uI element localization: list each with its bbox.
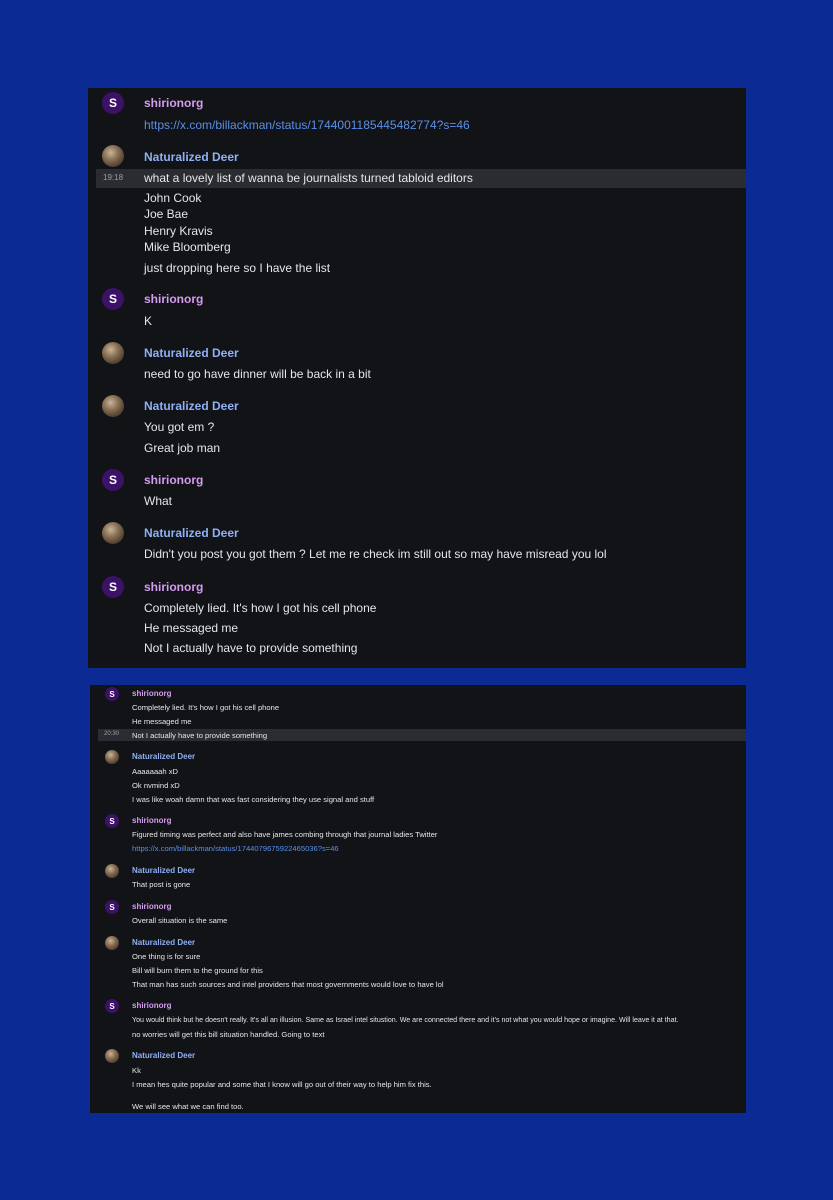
author-name[interactable]: Naturalized Deer [132, 866, 195, 875]
message-text: Didn't you post you got them ? Let me re… [144, 547, 607, 561]
author-name[interactable]: Naturalized Deer [144, 346, 239, 360]
avatar[interactable]: S [105, 814, 119, 828]
message-text: I mean hes quite popular and some that I… [132, 1080, 432, 1089]
message-text: just dropping here so I have the list [144, 261, 331, 275]
author-name[interactable]: Naturalized Deer [132, 938, 195, 947]
message-text: You would think but he doesn't really. I… [132, 1016, 679, 1024]
message-link[interactable]: https://x.com/billackman/status/17440011… [144, 118, 470, 132]
author-name[interactable]: Naturalized Deer [144, 526, 239, 540]
message-text: Not I actually have to provide something [132, 731, 268, 740]
message-text: no worries will get this bill situation … [132, 1030, 325, 1039]
message-text: Completely lied. It's how I got his cell… [144, 601, 377, 615]
message-text: He messaged me [132, 717, 192, 726]
message-text: Figured timing was perfect and also have… [132, 830, 438, 839]
author-name[interactable]: shirionorg [132, 816, 172, 825]
message-text: You got em ? [144, 420, 215, 434]
message-text: what a lovely list of wanna be journalis… [144, 171, 473, 185]
message-text: Kk [132, 1066, 141, 1075]
author-name[interactable]: Naturalized Deer [132, 752, 195, 761]
author-name[interactable]: shirionorg [132, 689, 172, 698]
message-text: Not I actually have to provide something [144, 641, 358, 655]
author-name[interactable]: shirionorg [144, 96, 203, 110]
avatar[interactable]: S [105, 900, 119, 914]
author-name[interactable]: shirionorg [144, 292, 203, 306]
author-name[interactable]: shirionorg [132, 1001, 172, 1010]
author-name[interactable]: Naturalized Deer [144, 150, 239, 164]
message-text: We will see what we can find too. [132, 1102, 244, 1111]
avatar[interactable]: S [102, 288, 124, 310]
message-text: One thing is for sure [132, 952, 201, 961]
message-text: John Cook [144, 191, 202, 205]
message-text: K [144, 314, 153, 328]
chat-panel-bottom: S shirionorg Completely lied. It's how I… [90, 685, 746, 1113]
message-text: Aaaaaaah xD [132, 767, 179, 776]
message-text: Henry Kravis [144, 224, 213, 238]
avatar[interactable]: S [102, 576, 124, 598]
message-text: need to go have dinner will be back in a… [144, 367, 371, 381]
author-name[interactable]: shirionorg [144, 580, 203, 594]
message-text: Mike Bloomberg [144, 240, 231, 254]
avatar[interactable] [102, 342, 124, 364]
avatar[interactable]: S [102, 469, 124, 491]
message-text: I was like woah damn that was fast consi… [132, 795, 375, 804]
message-timestamp: 20:30 [104, 731, 120, 737]
message-text: That post is gone [132, 880, 191, 889]
avatar[interactable]: S [105, 687, 119, 701]
author-name[interactable]: Naturalized Deer [132, 1051, 195, 1060]
message-timestamp: 19:18 [103, 173, 124, 182]
message-text: Overall situation is the same [132, 916, 228, 925]
author-name[interactable]: shirionorg [144, 473, 203, 487]
message-text: Great job man [144, 441, 221, 455]
message-text: He messaged me [144, 621, 239, 635]
message-text: What [144, 494, 173, 508]
message-text: That man has such sources and intel prov… [132, 980, 444, 989]
message-link[interactable]: https://x.com/billackman/status/17440796… [132, 844, 339, 853]
avatar[interactable] [105, 750, 119, 764]
message-text: Bill will burn them to the ground for th… [132, 966, 263, 975]
message-text: Joe Bae [144, 207, 189, 221]
avatar[interactable]: S [105, 999, 119, 1013]
message-text: Completely lied. It's how I got his cell… [132, 703, 280, 712]
avatar[interactable] [105, 936, 119, 950]
avatar[interactable] [102, 145, 124, 167]
chat-panel-top: S shirionorg https://x.com/billackman/st… [88, 88, 746, 668]
avatar[interactable] [102, 522, 124, 544]
avatar[interactable] [105, 864, 119, 878]
message-text: Ok nvmind xD [132, 781, 180, 790]
avatar[interactable] [105, 1049, 119, 1063]
author-name[interactable]: shirionorg [132, 902, 172, 911]
author-name[interactable]: Naturalized Deer [144, 399, 239, 413]
avatar[interactable]: S [102, 92, 124, 114]
avatar[interactable] [102, 395, 124, 417]
